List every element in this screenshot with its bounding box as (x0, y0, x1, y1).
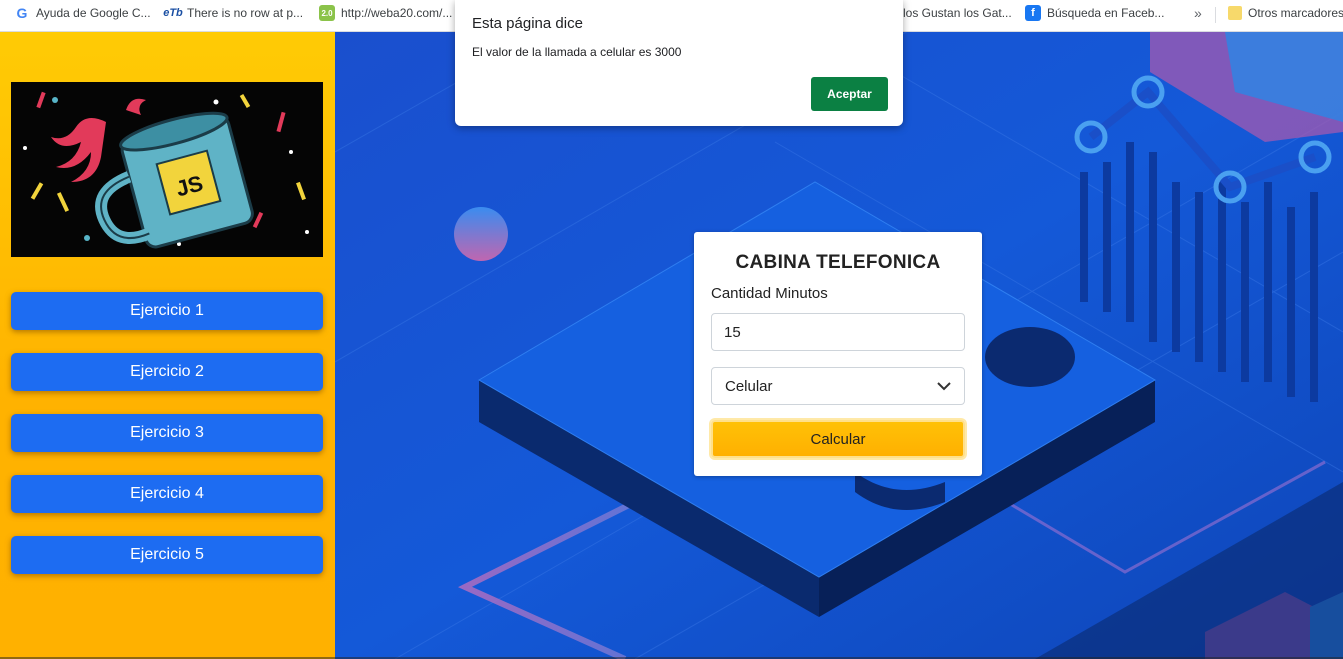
more-bookmarks-icon[interactable]: » (1194, 5, 1202, 21)
bookmark-label: los Gustan los Gat... (903, 6, 1012, 20)
bookmark-label: Búsqueda en Faceb... (1047, 6, 1165, 20)
call-type-select[interactable]: Celular (711, 367, 965, 405)
bookmark-label: Ayuda de Google C... (36, 6, 151, 20)
etb-icon: eTb (163, 7, 183, 19)
alert-dialog: Esta página dice El valor de la llamada … (455, 0, 903, 126)
bookmark-label: http://weba20.com/... (341, 6, 453, 20)
chevron-down-icon (937, 381, 951, 390)
js-mug-logo: JS (11, 82, 323, 257)
facebook-icon: f (1025, 5, 1041, 21)
card-title: CABINA TELEFONICA (735, 252, 941, 273)
minutes-input[interactable] (711, 313, 965, 351)
folder-icon (1228, 6, 1242, 20)
calculate-button[interactable]: Calcular (711, 420, 965, 458)
weba-icon: 2.0 (319, 5, 335, 21)
accept-button[interactable]: Aceptar (811, 77, 888, 111)
sidebar: JS Ejercicio 1 Ejercicio 2 Ejercicio 3 E… (0, 32, 335, 659)
ejercicio-1-button[interactable]: Ejercicio 1 (11, 292, 323, 330)
bookmark-label: Otros marcadores (1248, 6, 1343, 20)
ejercicio-3-button[interactable]: Ejercicio 3 (11, 414, 323, 452)
dialog-message: El valor de la llamada a celular es 3000 (472, 45, 682, 59)
bookmarks-divider (1215, 7, 1216, 23)
dialog-title: Esta página dice (472, 15, 583, 32)
minutes-label: Cantidad Minutos (711, 285, 828, 302)
bookmark-other[interactable]: Otros marcadores (1228, 0, 1343, 26)
bookmark-weba20[interactable]: 2.0 http://weba20.com/... (319, 0, 452, 26)
ejercicio-2-button[interactable]: Ejercicio 2 (11, 353, 323, 391)
bookmark-gatos[interactable]: los Gustan los Gat... (903, 0, 1012, 26)
bookmark-facebook[interactable]: f Búsqueda en Faceb... (1025, 0, 1164, 26)
ejercicio-5-button[interactable]: Ejercicio 5 (11, 536, 323, 574)
google-icon: G (16, 5, 28, 21)
call-type-selected: Celular (725, 377, 773, 395)
mug-icon: JS (11, 82, 323, 257)
bookmark-label: There is no row at p... (187, 6, 304, 20)
bookmark-google-help[interactable]: G Ayuda de Google C... (14, 0, 151, 26)
phone-booth-card: CABINA TELEFONICA Cantidad Minutos Celul… (694, 232, 982, 476)
bookmark-no-row[interactable]: eTb There is no row at p... (163, 0, 304, 26)
ejercicio-4-button[interactable]: Ejercicio 4 (11, 475, 323, 513)
